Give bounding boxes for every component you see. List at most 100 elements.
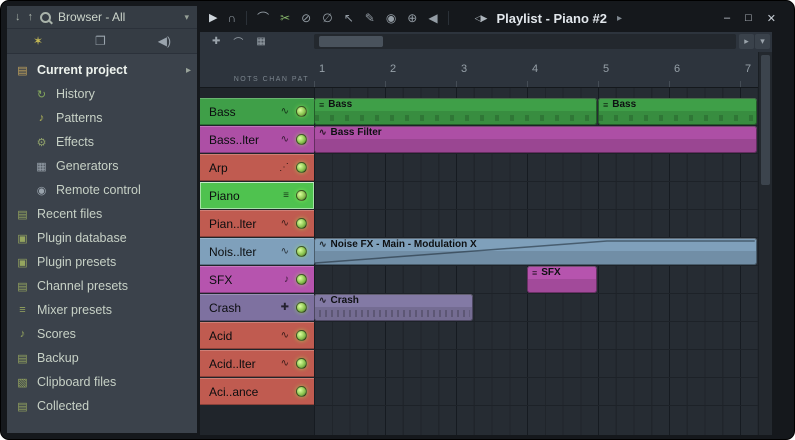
mute-tool-icon[interactable]: ∅ (322, 12, 332, 24)
playlist-menu-button[interactable]: ▾ (755, 34, 770, 49)
clip-bass-filter[interactable]: ∿Bass Filter (314, 126, 757, 153)
track-lane[interactable] (314, 322, 758, 350)
browser-dropdown-icon[interactable]: ▾ (184, 12, 189, 23)
clip-body (528, 279, 596, 292)
tree-item-scores[interactable]: ♪Scores (7, 322, 197, 346)
pages-filter-icon[interactable]: ❐ (95, 34, 106, 48)
zoom-tool-icon[interactable]: ◉ (386, 12, 396, 24)
clip-name: Noise FX - Main - Modulation X (331, 239, 477, 250)
window-controls: – □ ✕ (724, 12, 780, 25)
clip-bass[interactable]: ≡Bass (598, 98, 757, 125)
track-type-icon: ≡ (283, 190, 289, 201)
scrollbar-thumb[interactable] (319, 36, 383, 47)
headphones-icon[interactable]: ∩ (227, 12, 236, 24)
clip-sfx[interactable]: ≡SFX (527, 266, 597, 293)
track-type-icon: ∿ (281, 134, 289, 145)
track-header-crash[interactable]: Crash✚ (200, 294, 314, 321)
tree-item-effects[interactable]: ⚙Effects (7, 130, 197, 154)
track-led-icon[interactable] (296, 106, 307, 117)
remote-control-icon: ◉ (34, 184, 49, 197)
title-arrow-icon[interactable]: ▸ (617, 13, 622, 24)
window-title[interactable]: Playlist - Piano #2 (496, 11, 607, 26)
tree-item-backup[interactable]: ▤Backup (7, 346, 197, 370)
magnifier-icon[interactable]: ⊕ (407, 12, 417, 24)
track-lane[interactable] (314, 154, 758, 182)
vscroll-thumb[interactable] (761, 55, 770, 185)
recent-files-icon: ▤ (15, 208, 30, 221)
track-lane[interactable] (314, 350, 758, 378)
vertical-scrollbar[interactable] (758, 52, 772, 435)
playlist-grid[interactable]: ≡Bass≡Bass∿Bass Filter∿Noise FX - Main -… (314, 88, 758, 435)
track-header-pian-lter[interactable]: Pian..lter∿ (200, 210, 314, 237)
slip-tool-icon[interactable]: ⌒ (257, 12, 269, 24)
scroll-right-button[interactable]: ▸ (739, 34, 754, 49)
maximize-button[interactable]: □ (745, 12, 752, 25)
cursor-tool-icon[interactable]: ↖ (344, 12, 354, 24)
tree-item-collected[interactable]: ▤Collected (7, 394, 197, 418)
tree-item-mixer-presets[interactable]: ≡Mixer presets (7, 298, 197, 322)
tree-item-generators[interactable]: ▦Generators (7, 154, 197, 178)
track-header-arp[interactable]: Arp⋰ (200, 154, 314, 181)
tree-item-clipboard-files[interactable]: ▧Clipboard files (7, 370, 197, 394)
pattern-picker-icon[interactable]: ▦ (256, 36, 265, 47)
tree-item-patterns[interactable]: ♪Patterns (7, 106, 197, 130)
track-header-acid[interactable]: Acid∿ (200, 322, 314, 349)
audio-preview-icon[interactable]: ◀) (158, 34, 171, 48)
deny-tool-icon[interactable]: ⊘ (301, 12, 311, 24)
tree-item-recent-files[interactable]: ▤Recent files (7, 202, 197, 226)
up-arrow-icon[interactable]: ↑ (28, 11, 34, 23)
track-header-piano[interactable]: Piano≡ (200, 182, 314, 209)
razor-tool-icon[interactable]: ✂ (280, 12, 290, 24)
track-header-nois-lter[interactable]: Nois..lter∿ (200, 238, 314, 265)
clip-bass[interactable]: ≡Bass (314, 98, 597, 125)
track-header-aci-ance[interactable]: Aci..ance (200, 378, 314, 405)
clipboard-files-icon: ▧ (15, 376, 30, 389)
tree-item-plugin-database[interactable]: ▣Plugin database (7, 226, 197, 250)
ruler-bar-number: 3 (461, 63, 467, 75)
clip-crash[interactable]: ∿Crash (314, 294, 473, 321)
track-lane[interactable] (314, 378, 758, 406)
clip-title: ≡Bass (314, 98, 597, 111)
track-led-icon[interactable] (296, 218, 307, 229)
clip-noise-fx-main-modulation-x[interactable]: ∿Noise FX - Main - Modulation X (314, 238, 757, 265)
move-tool-icon[interactable]: ✚ (212, 36, 220, 47)
speaker-icon[interactable]: ◀ (428, 12, 437, 24)
track-lane[interactable] (314, 182, 758, 210)
tree-item-history[interactable]: ↻History (7, 82, 197, 106)
track-led-icon[interactable] (296, 134, 307, 145)
search-icon[interactable] (40, 12, 51, 23)
horizontal-scrollbar[interactable] (314, 34, 736, 49)
tree-item-remote-control[interactable]: ◉Remote control (7, 178, 197, 202)
track-header-acid-lter[interactable]: Acid..lter∿ (200, 350, 314, 377)
track-header-bass[interactable]: Bass∿ (200, 98, 314, 125)
clip-title: ∿Noise FX - Main - Modulation X (314, 238, 757, 251)
timeline-ruler[interactable]: 1234567 (314, 52, 758, 88)
clip-name: Crash (331, 295, 359, 306)
track-led-icon[interactable] (296, 190, 307, 201)
generators-icon: ▦ (34, 160, 49, 173)
back-arrow-icon[interactable]: ↓ (15, 11, 21, 23)
close-button[interactable]: ✕ (767, 12, 776, 25)
track-led-icon[interactable] (296, 302, 307, 313)
track-lane[interactable] (314, 210, 758, 238)
tree-item-channel-presets[interactable]: ▤Channel presets (7, 274, 197, 298)
minimize-button[interactable]: – (724, 12, 730, 25)
tree-item-label: Plugin database (37, 231, 127, 245)
browser-title[interactable]: Browser - All (58, 10, 177, 24)
slide-tool-icon[interactable]: ⌒ (233, 34, 243, 49)
track-header-sfx[interactable]: SFX♪ (200, 266, 314, 293)
track-led-icon[interactable] (296, 162, 307, 173)
tree-item-label: Channel presets (37, 279, 128, 293)
track-type-icon: ∿ (281, 246, 289, 257)
tree-item-current-project[interactable]: ▤Current project▸ (7, 58, 197, 82)
paint-tool-icon[interactable]: ✎ (365, 12, 375, 24)
track-led-icon[interactable] (296, 330, 307, 341)
star-filter-icon[interactable]: ✶ (33, 34, 43, 48)
track-led-icon[interactable] (296, 246, 307, 257)
play-icon[interactable]: ▶ (209, 13, 217, 24)
track-led-icon[interactable] (296, 358, 307, 369)
track-header-bass-lter[interactable]: Bass..lter∿ (200, 126, 314, 153)
track-led-icon[interactable] (296, 386, 307, 397)
track-led-icon[interactable] (296, 274, 307, 285)
tree-item-plugin-presets[interactable]: ▣Plugin presets (7, 250, 197, 274)
